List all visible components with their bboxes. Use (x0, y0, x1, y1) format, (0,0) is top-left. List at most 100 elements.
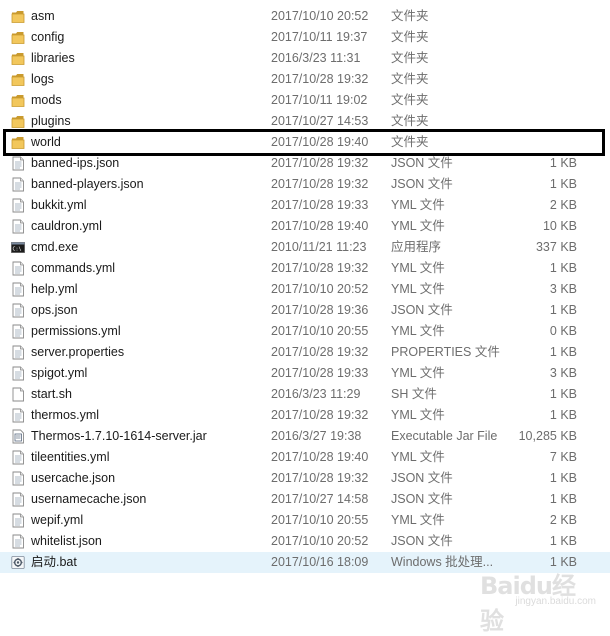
file-type: JSON 文件 (391, 471, 453, 485)
file-row[interactable]: wepif.yml 2017/10/10 20:55 YML 文件 2 KB (0, 510, 610, 531)
file-date-modified: 2017/10/28 19:40 (271, 450, 369, 464)
file-date-modified: 2017/10/28 19:32 (271, 408, 369, 422)
file-date-modified: 2017/10/28 19:32 (271, 156, 369, 170)
file-size: 10 KB (542, 219, 577, 233)
folder-icon (11, 9, 25, 24)
file-type: YML 文件 (391, 219, 445, 233)
file-row[interactable]: mods 2017/10/11 19:02 文件夹 (0, 90, 610, 111)
file-name: cmd.exe (31, 240, 79, 254)
file-date-modified: 2017/10/28 19:32 (271, 261, 369, 275)
batch-gear-icon (11, 555, 25, 570)
file-date-modified: 2017/10/28 19:32 (271, 471, 369, 485)
file-size: 1 KB (549, 345, 577, 359)
file-name: world (31, 135, 61, 149)
file-name: thermos.yml (31, 408, 100, 422)
file-row[interactable]: C:\ cmd.exe 2010/11/21 11:23 应用程序 337 KB (0, 237, 610, 258)
file-size: 10,285 KB (518, 429, 577, 443)
file-type: 文件夹 (391, 93, 429, 107)
file-row[interactable]: whitelist.json 2017/10/10 20:52 JSON 文件 1 K… (0, 531, 610, 552)
file-type: Executable Jar File (391, 429, 498, 443)
file-row[interactable]: banned-players.json 2017/10/28 19:32 JSON … (0, 174, 610, 195)
file-size: 1 KB (549, 492, 577, 506)
file-icon (11, 366, 25, 381)
folder-icon (11, 72, 25, 87)
console-icon: C:\ (11, 240, 25, 255)
file-size: 1 KB (549, 261, 577, 275)
file-date-modified: 2016/3/23 11:31 (271, 51, 361, 65)
file-row[interactable]: start.sh 2016/3/23 11:29 SH 文件 1 KB (0, 384, 610, 405)
file-name: plugins (31, 114, 71, 128)
file-icon (11, 534, 25, 549)
folder-icon (11, 51, 25, 66)
file-row[interactable]: config 2017/10/11 19:37 文件夹 (0, 27, 610, 48)
file-date-modified: 2017/10/10 20:55 (271, 324, 369, 338)
file-row[interactable]: Thermos-1.7.10-1614-server.jar 2016/3/27 … (0, 426, 610, 447)
file-row[interactable]: world 2017/10/28 19:40 文件夹 (0, 129, 610, 156)
file-size: 1 KB (549, 408, 577, 422)
file-row[interactable]: banned-ips.json 2017/10/28 19:32 JSON 文件 1 … (0, 153, 610, 174)
file-icon (11, 492, 25, 507)
file-name: mods (31, 93, 62, 107)
file-type: JSON 文件 (391, 177, 453, 191)
file-type: YML 文件 (391, 450, 445, 464)
file-row[interactable]: logs 2017/10/28 19:32 文件夹 (0, 69, 610, 90)
file-date-modified: 2017/10/28 19:36 (271, 303, 369, 317)
file-row[interactable]: cauldron.yml 2017/10/28 19:40 YML 文件 10 KB (0, 216, 610, 237)
file-date-modified: 2017/10/28 19:40 (271, 219, 369, 233)
file-icon (11, 513, 25, 528)
watermark-url: jingyan.baidu.com (515, 596, 596, 607)
file-row[interactable]: ops.json 2017/10/28 19:36 JSON 文件 1 KB (0, 300, 610, 321)
file-name: asm (31, 9, 55, 23)
file-type: JSON 文件 (391, 303, 453, 317)
file-type: SH 文件 (391, 387, 437, 401)
file-row[interactable]: help.yml 2017/10/10 20:52 YML 文件 3 KB (0, 279, 610, 300)
file-date-modified: 2016/3/23 11:29 (271, 387, 361, 401)
file-name: banned-ips.json (31, 156, 120, 170)
file-size: 2 KB (549, 513, 577, 527)
file-type: JSON 文件 (391, 156, 453, 170)
file-icon (11, 198, 25, 213)
file-row[interactable]: thermos.yml 2017/10/28 19:32 YML 文件 1 KB (0, 405, 610, 426)
file-name: usercache.json (31, 471, 116, 485)
file-type: 文件夹 (391, 51, 429, 65)
file-row[interactable]: libraries 2016/3/23 11:31 文件夹 (0, 48, 610, 69)
file-row[interactable]: permissions.yml 2017/10/10 20:55 YML 文件 0 K… (0, 321, 610, 342)
file-date-modified: 2010/11/21 11:23 (271, 240, 367, 254)
file-row[interactable]: asm 2017/10/10 20:52 文件夹 (0, 6, 610, 27)
file-size: 1 KB (549, 534, 577, 548)
file-type: 文件夹 (391, 9, 429, 23)
file-name: wepif.yml (31, 513, 84, 527)
file-icon (11, 156, 25, 171)
file-type: YML 文件 (391, 198, 445, 212)
file-list: asm 2017/10/10 20:52 文件夹 config 2017/10/11 1… (0, 6, 610, 573)
file-row[interactable]: server.properties 2017/10/28 19:32 PROPERT… (0, 342, 610, 363)
file-date-modified: 2017/10/28 19:32 (271, 345, 369, 359)
file-row[interactable]: usercache.json 2017/10/28 19:32 JSON 文件 1 K… (0, 468, 610, 489)
file-size: 7 KB (549, 450, 577, 464)
file-name: ops.json (31, 303, 78, 317)
file-type: JSON 文件 (391, 534, 453, 548)
file-row[interactable]: bukkit.yml 2017/10/28 19:33 YML 文件 2 KB (0, 195, 610, 216)
file-type: YML 文件 (391, 408, 445, 422)
file-type: YML 文件 (391, 282, 445, 296)
file-icon (11, 345, 25, 360)
file-icon (11, 408, 25, 423)
file-row[interactable]: usernamecache.json 2017/10/27 14:58 JSON 文… (0, 489, 610, 510)
file-date-modified: 2017/10/27 14:58 (271, 492, 369, 506)
file-size: 3 KB (549, 282, 577, 296)
file-type: 文件夹 (391, 114, 429, 128)
file-type: YML 文件 (391, 324, 445, 338)
file-date-modified: 2017/10/10 20:52 (271, 282, 369, 296)
file-row[interactable]: spigot.yml 2017/10/28 19:33 YML 文件 3 KB (0, 363, 610, 384)
file-date-modified: 2017/10/28 19:33 (271, 198, 369, 212)
file-type: YML 文件 (391, 366, 445, 380)
file-name: whitelist.json (31, 534, 102, 548)
file-row[interactable]: plugins 2017/10/27 14:53 文件夹 (0, 111, 610, 132)
blank-file-icon (11, 387, 25, 402)
file-icon (11, 177, 25, 192)
file-row[interactable]: tileentities.yml 2017/10/28 19:40 YML 文件 7 … (0, 447, 610, 468)
file-name: start.sh (31, 387, 72, 401)
file-size: 1 KB (549, 471, 577, 485)
file-type: 文件夹 (391, 135, 429, 149)
file-row[interactable]: commands.yml 2017/10/28 19:32 YML 文件 1 KB (0, 258, 610, 279)
